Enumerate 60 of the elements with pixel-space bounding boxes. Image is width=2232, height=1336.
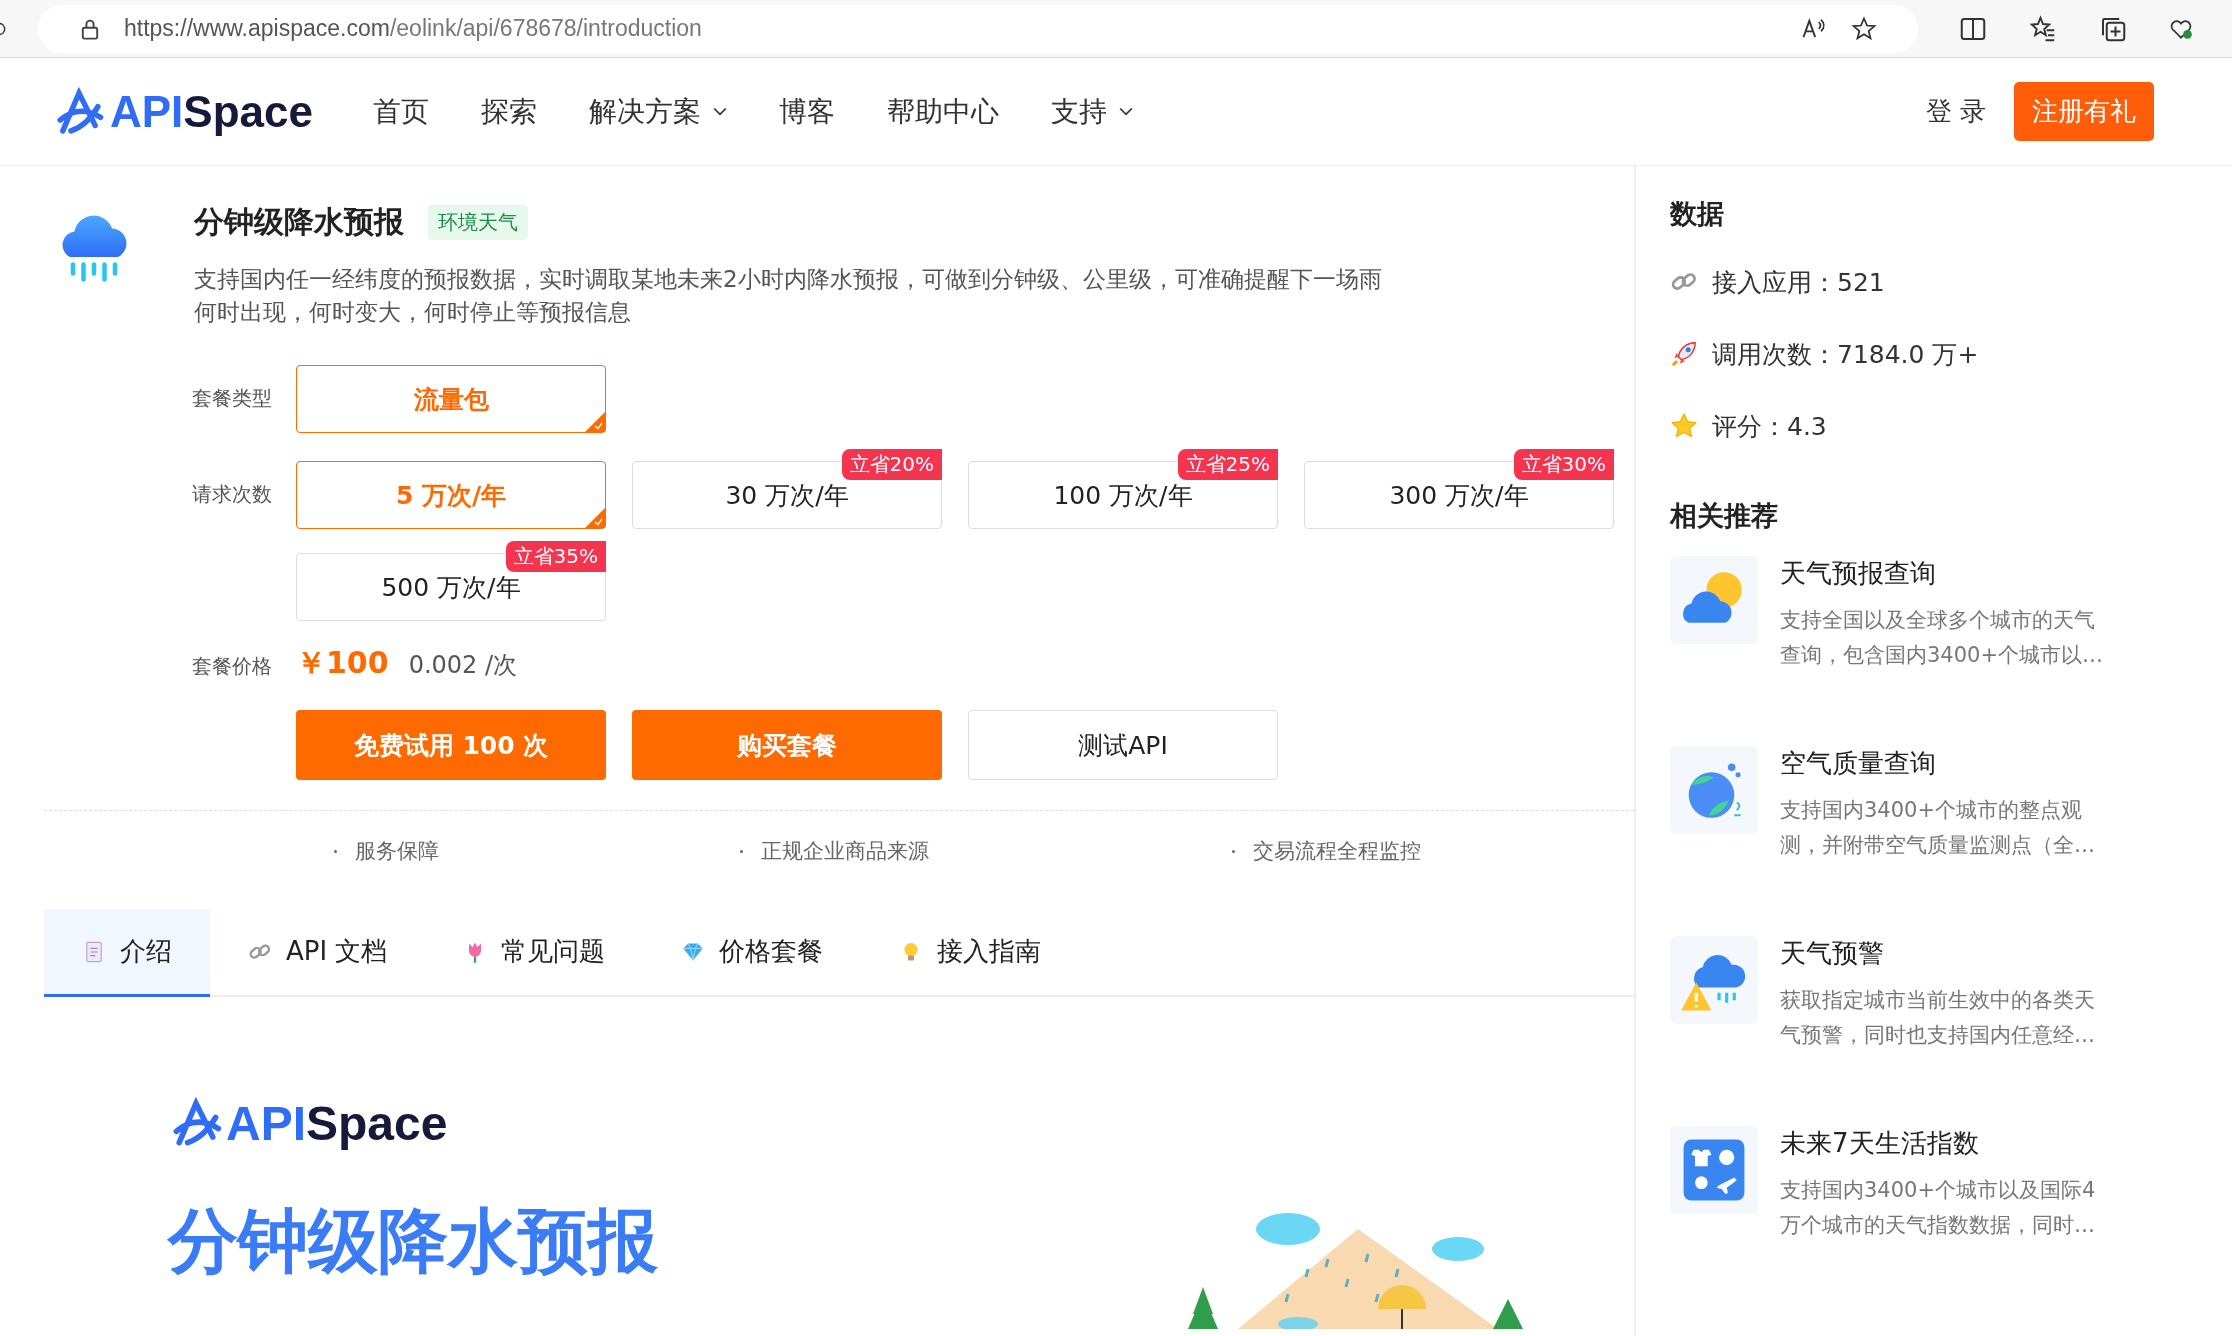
discount-badge: 立省20%: [841, 449, 942, 480]
related-api-description: 支持国内3400+个城市以及国际4万个城市的天气指数数据，同时…: [1780, 1177, 2097, 1239]
related-api-card[interactable]: 天气预警 获取指定城市当前生效中的各类天气预警，同时也支持国内任意经…: [1670, 936, 2232, 1126]
category-tag: 环境天气: [428, 205, 528, 240]
related-api-card[interactable]: 未来7天生活指数 支持国内3400+个城市以及国际4万个城市的天气指数数据，同时…: [1670, 1126, 2232, 1316]
login-link[interactable]: 登 录: [1925, 94, 1986, 129]
bullet-icon: [334, 849, 337, 853]
discount-badge: 立省30%: [1513, 449, 1614, 480]
discount-badge: 立省35%: [505, 541, 606, 572]
intro-heading: 分钟级降水预报: [168, 1199, 658, 1284]
nav-link[interactable]: 首页: [373, 92, 429, 131]
guarantee-item: 交易流程全程监控: [1253, 838, 1421, 865]
product-title: 分钟级降水预报: [194, 203, 404, 241]
bullet-icon: [740, 849, 743, 853]
related-api-title: 未来7天生活指数: [1780, 1127, 1980, 1160]
stat-text: 调用次数：7184.0 万+: [1712, 338, 1979, 371]
field-label: 套餐价格: [191, 653, 273, 680]
related-api-description: 支持国内3400+个城市的整点观测，并附带空气质量监测点（全…: [1780, 797, 2096, 859]
section-title: 相关推荐: [1670, 499, 1779, 533]
nav-link[interactable]: 探索: [481, 92, 537, 131]
content-tab[interactable]: API 文档: [210, 909, 426, 997]
price-amount: ￥100: [296, 644, 389, 682]
content-tab[interactable]: 介绍: [44, 909, 210, 997]
guarantee-item: 服务保障: [355, 838, 439, 865]
related-api-description: 支持全国以及全球多个城市的天气查询，包含国内3400+个城市以…: [1780, 607, 2105, 669]
star-icon[interactable]: [1850, 14, 1878, 43]
related-api-card[interactable]: 天气预报查询 支持全国以及全球多个城市的天气查询，包含国内3400+个城市以…: [1670, 556, 2232, 746]
product-description: 支持国内任一经纬度的预报数据，实时调取某地未来2小时内降水预报，可做到分钟级、公里级，可准确提醒下一场雨何时出现，何时变大，何时停止等预报信息: [194, 265, 1383, 327]
check-corner-icon: [585, 508, 605, 528]
unit-price: 0.002 /次: [408, 650, 518, 681]
star-icon: [1670, 412, 1698, 440]
url-text: https://www.apispace.com/eolink/api/678678/introduction: [124, 15, 702, 42]
content-tab[interactable]: 价格套餐: [643, 909, 862, 997]
content-tab[interactable]: 接入指南: [861, 909, 1080, 997]
nav-link[interactable]: 支持: [1051, 92, 1133, 131]
related-api-description: 获取指定城市当前生效中的各类天气预警，同时也支持国内任意经…: [1780, 987, 2096, 1049]
content-tab[interactable]: 常见问题: [425, 909, 644, 997]
address-bar[interactable]: https://www.apispace.com/eolink/api/678678/introduction: [38, 4, 1918, 53]
action-button[interactable]: 测试API: [968, 710, 1278, 780]
rocket-icon: [1670, 340, 1698, 368]
related-api-title: 空气质量查询: [1780, 747, 1937, 780]
section-title: 数据: [1670, 197, 1725, 231]
related-api-title: 天气预报查询: [1780, 557, 1937, 590]
guarantee-item: 正规企业商品来源: [761, 838, 929, 865]
chevron-down-icon: [1119, 106, 1133, 117]
field-label: 套餐类型: [191, 385, 273, 412]
bullet-icon: [1232, 849, 1235, 853]
nav-link[interactable]: 帮助中心: [887, 92, 999, 131]
nav-link[interactable]: 解决方案: [589, 92, 727, 131]
discount-badge: 立省25%: [1177, 449, 1278, 480]
related-api-card[interactable]: 空气质量查询 支持国内3400+个城市的整点观测，并附带空气质量监测点（全…: [1670, 746, 2232, 936]
stat-text: 接入应用：521: [1712, 266, 1885, 299]
logo-text: APISpace: [110, 86, 313, 137]
related-api-title: 天气预警: [1780, 937, 1885, 970]
field-label: 请求次数: [191, 481, 273, 508]
stat-text: 评分：4.3: [1712, 410, 1827, 443]
check-corner-icon: [585, 412, 605, 432]
nav-link[interactable]: 博客: [779, 92, 835, 131]
chevron-down-icon: [713, 106, 727, 117]
logo-text: APISpace: [226, 1095, 448, 1151]
